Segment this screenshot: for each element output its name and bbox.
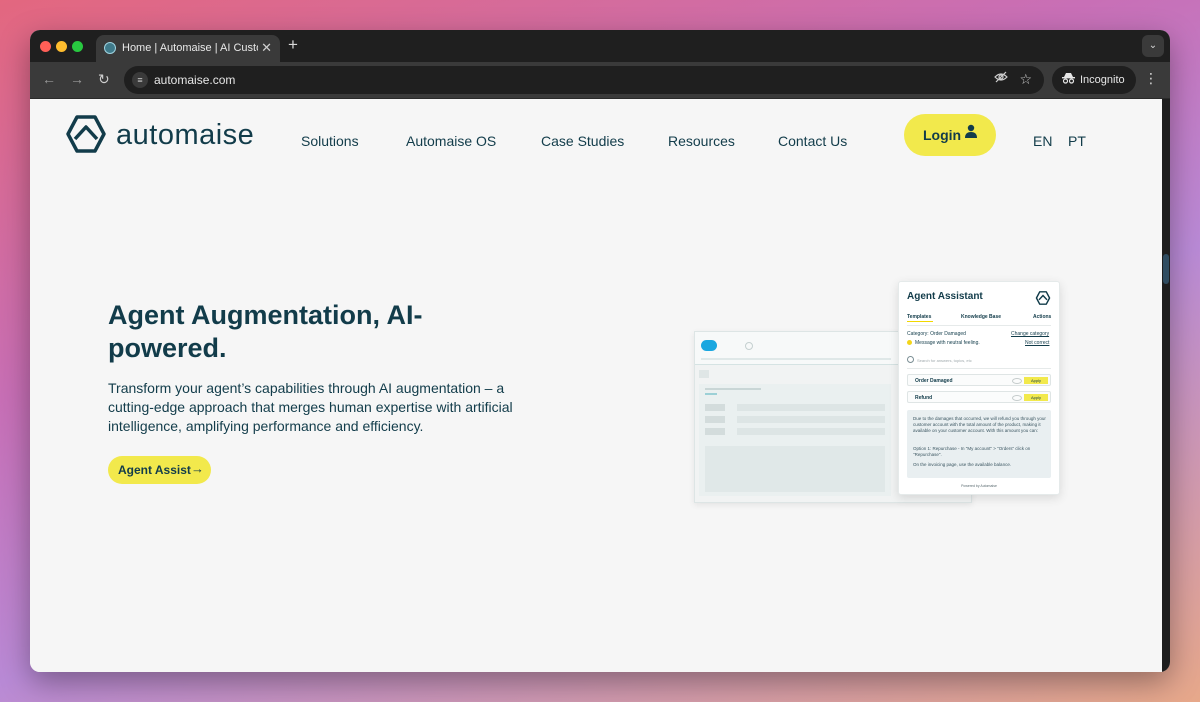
tab-search-menu-button[interactable]: ⌄ — [1142, 35, 1164, 57]
nav-contact-us[interactable]: Contact Us — [778, 133, 847, 149]
hero-title: Agent Augmentation, AI-powered. — [108, 300, 423, 363]
template-item-label: Order Damaged — [915, 378, 953, 384]
web-page: automaise Solutions Automaise OS Case St… — [30, 99, 1162, 672]
crm-panel-tab — [705, 393, 717, 395]
crm-row — [705, 416, 885, 423]
sentiment-label: Message with neutral feeling. — [915, 340, 980, 346]
crm-content-box — [705, 446, 885, 492]
kebab-menu-icon[interactable]: ⋮ — [1144, 70, 1158, 87]
category-label: Category: Order Damaged — [907, 331, 966, 337]
tab-actions: Actions — [1033, 314, 1052, 320]
star-icon[interactable]: ☆ — [1019, 71, 1032, 88]
login-button[interactable]: Login — [904, 114, 996, 156]
close-window-button[interactable] — [40, 41, 51, 52]
crm-tabs — [701, 358, 891, 360]
not-correct-link: Not correct — [1025, 340, 1050, 346]
agent-assistant-title: Agent Assistant — [907, 291, 983, 302]
assistant-search: Search for answers, topics, etc — [907, 354, 1051, 369]
maximize-window-button[interactable] — [72, 41, 83, 52]
neutral-face-icon — [907, 340, 912, 345]
nav-resources[interactable]: Resources — [668, 133, 735, 149]
language-en[interactable]: EN — [1033, 133, 1052, 149]
apply-button: Apply — [1024, 394, 1048, 401]
tab-templates: Templates — [907, 314, 932, 320]
crm-subheader — [699, 370, 709, 378]
automaise-logo[interactable]: automaise — [64, 111, 264, 159]
reload-icon[interactable]: ↻ — [98, 71, 110, 88]
tab-divider — [907, 325, 1051, 326]
back-arrow-icon[interactable]: ← — [42, 71, 56, 87]
incognito-label: Incognito — [1080, 74, 1125, 86]
address-bar[interactable]: ≡ automaise.com ☆ — [124, 66, 1044, 94]
search-icon — [907, 356, 914, 363]
agent-assistant-panel: Agent Assistant Templates Knowledge Base… — [898, 281, 1060, 495]
automaise-logo-icon — [66, 115, 106, 153]
nav-case-studies[interactable]: Case Studies — [541, 133, 624, 149]
active-tab-indicator — [907, 321, 933, 322]
hero-description: Transform your agent’s capabilities thro… — [108, 380, 513, 434]
automaise-favicon-icon — [104, 42, 116, 54]
change-category-link: Change category — [1011, 331, 1050, 337]
scrollbar-thumb[interactable] — [1163, 254, 1169, 284]
salesforce-logo-icon — [701, 340, 717, 351]
assistant-search-placeholder: Search for answers, topics, etc — [917, 358, 972, 363]
tab-knowledge-base: Knowledge Base — [961, 314, 1002, 320]
powered-by-label: Powered by Automaise — [961, 484, 997, 488]
crm-row — [705, 428, 885, 435]
automaise-logo-icon — [1035, 291, 1051, 305]
browser-toolbar: ← → ↻ ≡ automaise.com ☆ Incognito ⋮ — [30, 62, 1170, 99]
eye-icon — [1012, 378, 1022, 384]
logo-text: automaise — [116, 119, 255, 151]
message-paragraph: Due to the damages that occurred, we wil… — [913, 416, 1046, 433]
browser-window: Home | Automaise | AI Custo ✕ + ⌄ ← → ↻ … — [30, 30, 1170, 672]
template-message-preview: Due to the damages that occurred, we wil… — [907, 410, 1051, 478]
nav-solutions[interactable]: Solutions — [301, 133, 359, 149]
login-label: Login — [923, 127, 962, 143]
crm-row — [705, 404, 885, 411]
message-paragraph: Option 1: Repurchase - In "My account" >… — [913, 446, 1031, 457]
eye-icon — [1012, 395, 1022, 401]
eye-off-icon[interactable] — [994, 71, 1008, 86]
incognito-icon — [1062, 72, 1075, 87]
site-settings-icon[interactable]: ≡ — [132, 72, 148, 88]
nav-automaise-os[interactable]: Automaise OS — [406, 133, 496, 149]
crm-panel-header — [705, 388, 761, 390]
agent-assist-button[interactable]: Agent Assist → — [108, 456, 211, 484]
tab-close-icon[interactable]: ✕ — [261, 40, 272, 56]
minimize-window-button[interactable] — [56, 41, 67, 52]
browser-tab-active[interactable]: Home | Automaise | AI Custo ✕ — [96, 35, 280, 62]
page-scrollbar[interactable] — [1162, 99, 1170, 672]
template-item-refund: Refund Apply — [907, 391, 1051, 403]
tab-title: Home | Automaise | AI Custo — [122, 42, 258, 54]
forward-arrow-icon[interactable]: → — [70, 71, 84, 87]
template-item-label: Refund — [915, 395, 933, 401]
agent-assist-label: Agent Assist — [118, 463, 191, 477]
arrow-right-icon: → — [191, 461, 204, 476]
apply-button: Apply — [1024, 377, 1048, 384]
new-tab-button[interactable]: + — [288, 35, 298, 55]
template-item-order-damaged: Order Damaged Apply — [907, 374, 1051, 386]
user-icon — [965, 124, 977, 141]
url-text[interactable]: automaise.com — [154, 73, 235, 87]
tab-bar: Home | Automaise | AI Custo ✕ + ⌄ — [30, 30, 1170, 62]
language-pt[interactable]: PT — [1068, 133, 1086, 149]
message-paragraph: On the invoicing page, use the available… — [913, 462, 1012, 467]
incognito-indicator[interactable]: Incognito — [1052, 66, 1136, 94]
crm-panel — [699, 384, 891, 496]
crm-search-icon — [745, 342, 753, 350]
